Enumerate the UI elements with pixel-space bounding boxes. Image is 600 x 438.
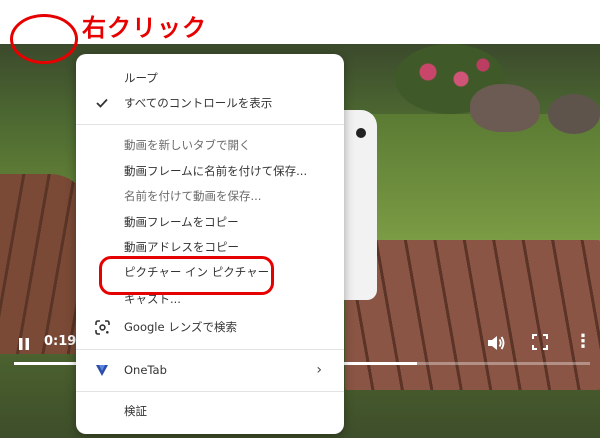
menu-item-label: 名前を付けて動画を保存... — [124, 189, 262, 203]
menu-item-label: 動画フレームに名前を付けて保存... — [124, 164, 308, 178]
instruction-header: 右クリック — [0, 0, 600, 44]
menu-item-copy-video-address[interactable]: 動画アドレスをコピー — [76, 236, 344, 258]
video-lawn-scene — [345, 114, 600, 244]
menu-item-save-video-as[interactable]: 名前を付けて動画を保存... — [76, 185, 344, 207]
menu-item-label: すべてのコントロールを表示 — [124, 96, 273, 110]
video-dog-nose — [356, 128, 366, 138]
current-time: 0:19 — [44, 334, 77, 349]
menu-item-google-lens[interactable]: Google レンズで検索 — [76, 316, 344, 338]
menu-item-save-frame-as[interactable]: 動画フレームに名前を付けて保存... — [76, 160, 344, 182]
pause-button[interactable] — [14, 334, 34, 354]
google-lens-icon — [94, 319, 110, 335]
menu-item-label: 検証 — [124, 404, 147, 418]
video-wooden-deck-right — [345, 240, 600, 390]
menu-item-label: 動画フレームをコピー — [124, 215, 239, 229]
fullscreen-button[interactable] — [532, 334, 548, 350]
menu-item-label: 動画アドレスをコピー — [124, 240, 239, 254]
menu-item-label: OneTab — [124, 363, 167, 377]
context-menu: ループ すべてのコントロールを表示 動画を新しいタブで開く 動画フレームに名前を… — [76, 54, 344, 434]
menu-item-loop[interactable]: ループ — [76, 67, 344, 89]
vertical-dots-icon: ⋮ — [574, 331, 592, 352]
checkmark-icon — [94, 95, 110, 111]
right-click-location-marker — [10, 14, 78, 64]
menu-separator — [76, 349, 344, 350]
onetab-icon — [94, 362, 110, 378]
pause-icon — [19, 338, 29, 350]
video-rock — [470, 84, 540, 132]
more-options-button[interactable]: ⋮ — [574, 330, 592, 354]
menu-separator — [76, 391, 344, 392]
menu-item-label: 動画を新しいタブで開く — [124, 138, 251, 152]
right-click-annotation-label: 右クリック — [82, 14, 207, 42]
volume-button[interactable] — [485, 332, 507, 354]
fullscreen-icon — [532, 334, 548, 350]
chevron-right-icon: › — [316, 362, 322, 378]
menu-item-label: ループ — [124, 71, 158, 85]
video-white-dog — [343, 110, 377, 300]
speaker-icon — [488, 336, 505, 350]
menu-item-open-video-new-tab[interactable]: 動画を新しいタブで開く — [76, 134, 344, 156]
menu-item-inspect[interactable]: 検証 — [76, 400, 344, 422]
menu-separator — [76, 124, 344, 125]
video-rock — [548, 94, 600, 134]
menu-item-onetab[interactable]: OneTab › — [76, 359, 344, 381]
menu-item-show-all-controls[interactable]: すべてのコントロールを表示 — [76, 92, 344, 114]
menu-item-label: Google レンズで検索 — [124, 320, 237, 334]
menu-item-copy-video-frame[interactable]: 動画フレームをコピー — [76, 211, 344, 233]
picture-in-picture-highlight-annotation — [99, 256, 274, 295]
